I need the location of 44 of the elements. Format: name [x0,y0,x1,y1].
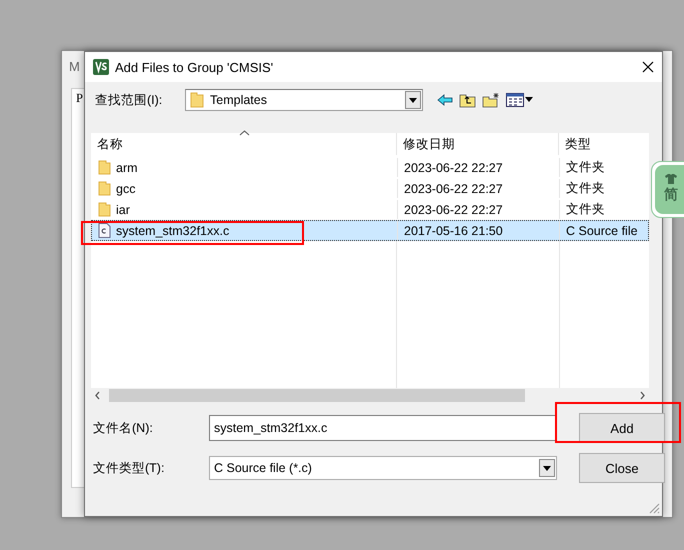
file-type: 文件夹 [566,201,605,218]
file-type-dropdown[interactable]: C Source file (*.c) [209,456,557,480]
look-in-dropdown[interactable]: Templates [185,89,423,111]
back-arrow-icon[interactable] [437,94,453,106]
file-row[interactable]: gcc 2023-06-22 22:27 文件夹 [91,178,649,199]
up-folder-icon[interactable] [459,92,476,108]
file-type: 文件夹 [566,180,605,197]
folder-icon [98,160,111,175]
modified-date: 2023-06-22 22:27 [404,182,503,196]
file-type: 文件夹 [566,159,605,176]
file-name: system_stm32f1xx.c [116,224,230,238]
modified-date: 2017-05-16 21:50 [404,224,503,238]
look-in-label: 查找范围(I): [95,92,164,108]
file-name: gcc [116,182,136,196]
file-row[interactable]: arm 2023-06-22 22:27 文件夹 [91,157,649,178]
view-menu-icon[interactable] [506,93,534,107]
file-type-label: 文件类型(T): [93,460,166,476]
modified-date: 2023-06-22 22:27 [404,160,503,174]
folder-icon [98,181,111,196]
file-name: iar [116,202,130,216]
column-header[interactable]: 修改日期 [403,136,455,152]
modified-date: 2023-06-22 22:27 [404,202,503,216]
folder-icon [190,92,204,108]
dialog-title: Add Files to Group 'CMSIS' [115,60,274,74]
file-name-label: 文件名(N): [93,420,154,436]
resize-grip-icon[interactable] [649,503,660,514]
file-row[interactable]: iar 2023-06-22 22:27 文件夹 [91,199,649,220]
file-name: arm [116,160,138,174]
column-header[interactable]: 类型 [565,136,591,152]
column-header[interactable]: 名称 [97,136,123,152]
file-name-field[interactable]: system_stm32f1xx.c [209,415,557,441]
sort-caret-icon[interactable] [239,130,250,136]
app-icon [93,59,109,75]
side-tab-label: 简 [664,186,678,204]
new-folder-icon[interactable] [482,92,500,108]
c-file-icon [98,223,111,238]
shirt-icon [665,174,677,184]
window-title: M [69,59,80,74]
dialog-button[interactable]: Add [579,413,665,443]
folder-icon [98,202,111,217]
panel-label: P [76,91,83,105]
file-type: C Source file [566,224,638,238]
dialog-button[interactable]: Close [579,453,665,483]
close-icon[interactable] [642,61,654,73]
